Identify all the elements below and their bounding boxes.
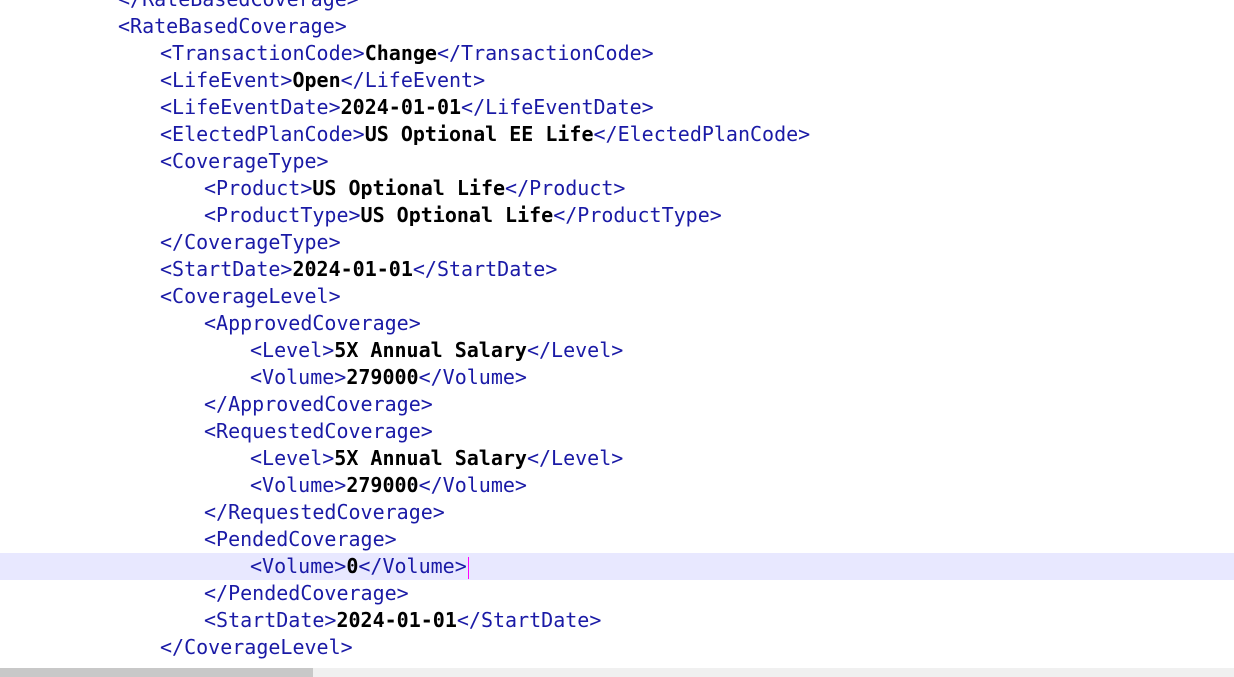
xml-open-tag: </CoverageLevel> — [160, 635, 353, 659]
xml-open-tag: <LifeEvent> — [160, 68, 293, 92]
horizontal-scrollbar[interactable] — [0, 668, 1234, 677]
code-line[interactable]: <Volume>279000</Volume> — [0, 364, 1234, 391]
code-line[interactable]: <CoverageLevel> — [0, 283, 1234, 310]
xml-close-tag: </Volume> — [418, 473, 527, 497]
code-line[interactable]: <Level>5X Annual Salary</Level> — [0, 445, 1234, 472]
xml-open-tag: <Level> — [250, 338, 335, 362]
xml-value: US Optional Life — [312, 176, 506, 200]
xml-open-tag: <RateBasedCoverage> — [118, 14, 347, 38]
xml-close-tag: </Volume> — [418, 365, 527, 389]
xml-open-tag: <StartDate> — [160, 257, 293, 281]
xml-close-tag: </StartDate> — [412, 257, 558, 281]
xml-value: Change — [364, 41, 437, 65]
code-line[interactable]: <CoverageType> — [0, 148, 1234, 175]
xml-value: 279000 — [346, 473, 419, 497]
code-line[interactable]: <Volume>279000</Volume> — [0, 472, 1234, 499]
code-line[interactable]: <LifeEvent>Open</LifeEvent> — [0, 67, 1234, 94]
xml-value: 5X Annual Salary — [334, 338, 527, 362]
xml-value: 279000 — [346, 365, 419, 389]
code-line[interactable]: <PendedCoverage> — [0, 526, 1234, 553]
code-line[interactable]: <ApprovedCoverage> — [0, 310, 1234, 337]
xml-open-tag: <LifeEventDate> — [160, 95, 341, 119]
xml-open-tag: </PendedCoverage> — [204, 581, 409, 605]
xml-open-tag: <ApprovedCoverage> — [204, 311, 421, 335]
xml-value: 2024-01-01 — [340, 95, 462, 119]
xml-close-tag: </ProductType> — [553, 203, 722, 227]
xml-close-tag: </Level> — [526, 338, 624, 362]
code-line[interactable]: </RateBasedCoverage> — [0, 0, 1234, 13]
code-line[interactable]: </CoverageType> — [0, 229, 1234, 256]
xml-open-tag: <Level> — [250, 446, 335, 470]
xml-open-tag: <ElectedPlanCode> — [160, 122, 365, 146]
xml-value: US Optional EE Life — [364, 122, 594, 146]
xml-close-tag: </ElectedPlanCode> — [593, 122, 811, 146]
xml-open-tag: <PendedCoverage> — [204, 527, 397, 551]
code-line[interactable]: </PendedCoverage> — [0, 580, 1234, 607]
text-caret — [467, 556, 469, 579]
xml-close-tag: </LifeEventDate> — [461, 95, 654, 119]
xml-value: 2024-01-01 — [292, 257, 413, 281]
code-line[interactable]: <RateBasedCoverage> — [0, 13, 1234, 40]
xml-close-tag: </Product> — [505, 176, 626, 200]
code-line[interactable]: <Level>5X Annual Salary</Level> — [0, 337, 1234, 364]
xml-value: 2024-01-01 — [336, 608, 457, 632]
code-line[interactable]: <TransactionCode>Change</TransactionCode… — [0, 40, 1234, 67]
xml-value: 5X Annual Salary — [334, 446, 527, 470]
xml-open-tag: <Volume> — [250, 473, 347, 497]
xml-value: 0 — [346, 554, 359, 578]
current-code-line[interactable]: <Volume>0</Volume> — [0, 553, 1234, 580]
xml-close-tag: </Volume> — [358, 554, 467, 578]
code-line[interactable]: <LifeEventDate>2024-01-01</LifeEventDate… — [0, 94, 1234, 121]
xml-value: US Optional Life — [360, 203, 554, 227]
code-line[interactable]: <StartDate>2024-01-01</StartDate> — [0, 607, 1234, 634]
xml-editor[interactable]: </RateBasedCoverage><RateBasedCoverage><… — [0, 0, 1234, 668]
xml-open-tag: </RateBasedCoverage> — [118, 0, 359, 11]
xml-open-tag: <TransactionCode> — [160, 41, 365, 65]
code-line[interactable]: <ElectedPlanCode>US Optional EE Life</El… — [0, 121, 1234, 148]
xml-open-tag: <CoverageLevel> — [160, 284, 341, 308]
xml-open-tag: </ApprovedCoverage> — [204, 392, 433, 416]
xml-close-tag: </LifeEvent> — [340, 68, 486, 92]
code-line[interactable]: <RequestedCoverage> — [0, 418, 1234, 445]
xml-close-tag: </Level> — [526, 446, 624, 470]
xml-close-tag: </StartDate> — [456, 608, 602, 632]
xml-close-tag: </TransactionCode> — [436, 41, 654, 65]
xml-open-tag: </CoverageType> — [160, 230, 341, 254]
xml-value: Open — [292, 68, 341, 92]
code-line[interactable]: <Product>US Optional Life</Product> — [0, 175, 1234, 202]
code-line[interactable]: <StartDate>2024-01-01</StartDate> — [0, 256, 1234, 283]
code-line[interactable]: </RequestedCoverage> — [0, 499, 1234, 526]
code-line[interactable]: <ProductType>US Optional Life</ProductTy… — [0, 202, 1234, 229]
scrollbar-thumb[interactable] — [0, 668, 313, 677]
xml-open-tag: <RequestedCoverage> — [204, 419, 433, 443]
xml-open-tag: </RequestedCoverage> — [204, 500, 445, 524]
xml-open-tag: <CoverageType> — [160, 149, 329, 173]
code-line[interactable]: </CoverageLevel> — [0, 634, 1234, 661]
xml-open-tag: <Volume> — [250, 365, 347, 389]
xml-open-tag: <ProductType> — [204, 203, 361, 227]
xml-open-tag: <Product> — [204, 176, 313, 200]
code-line[interactable]: </ApprovedCoverage> — [0, 391, 1234, 418]
xml-open-tag: <StartDate> — [204, 608, 337, 632]
xml-open-tag: <Volume> — [250, 554, 347, 578]
